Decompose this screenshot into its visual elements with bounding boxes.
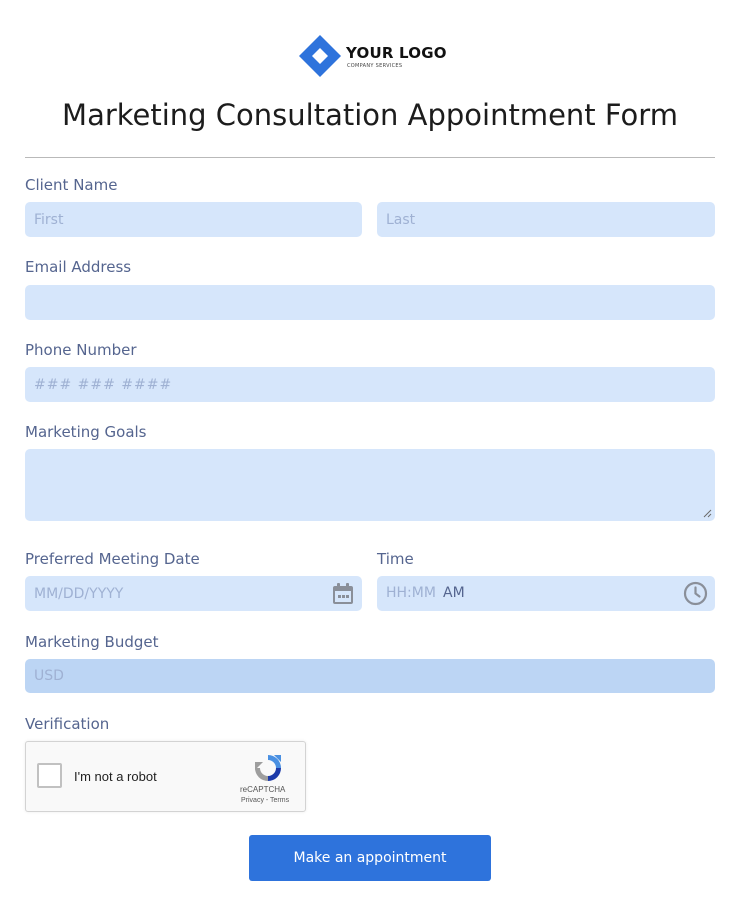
- title-divider: [25, 157, 715, 158]
- captcha-brand: reCAPTCHA: [240, 785, 286, 794]
- logo-tagline: COMPANY SERVICES: [347, 63, 403, 69]
- date-label: Preferred Meeting Date: [25, 550, 200, 568]
- company-logo: YOUR LOGO COMPANY SERVICES: [298, 34, 448, 80]
- time-placeholder: HH:MM: [386, 585, 436, 601]
- client-name-label: Client Name: [25, 176, 118, 194]
- recaptcha-widget: I'm not a robot reCAPTCHA Privacy - Term…: [25, 741, 306, 812]
- logo-diamond-icon: [299, 35, 341, 77]
- email-input[interactable]: [25, 285, 715, 320]
- time-input[interactable]: HH:MM AM: [377, 576, 715, 611]
- time-period[interactable]: AM: [443, 585, 465, 601]
- phone-label: Phone Number: [25, 341, 137, 359]
- budget-input[interactable]: [25, 659, 715, 693]
- calendar-icon[interactable]: [331, 582, 355, 606]
- logo-name: YOUR LOGO: [346, 44, 447, 62]
- recaptcha-icon: [255, 755, 281, 781]
- date-input[interactable]: [25, 576, 362, 611]
- form-title: Marketing Consultation Appointment Form: [62, 98, 678, 132]
- last-name-input[interactable]: [377, 202, 715, 237]
- first-name-input[interactable]: [25, 202, 362, 237]
- make-appointment-button[interactable]: Make an appointment: [249, 835, 491, 881]
- resize-grip-icon[interactable]: [703, 509, 712, 518]
- time-label: Time: [377, 550, 414, 568]
- budget-label: Marketing Budget: [25, 633, 159, 651]
- verification-label: Verification: [25, 715, 110, 733]
- captcha-links[interactable]: Privacy - Terms: [241, 797, 289, 804]
- goals-textarea[interactable]: [25, 449, 715, 521]
- email-label: Email Address: [25, 258, 132, 276]
- captcha-label: I'm not a robot: [74, 769, 157, 784]
- clock-icon[interactable]: [683, 581, 708, 606]
- phone-input[interactable]: [25, 367, 715, 402]
- goals-label: Marketing Goals: [25, 423, 147, 441]
- captcha-checkbox[interactable]: [37, 763, 62, 788]
